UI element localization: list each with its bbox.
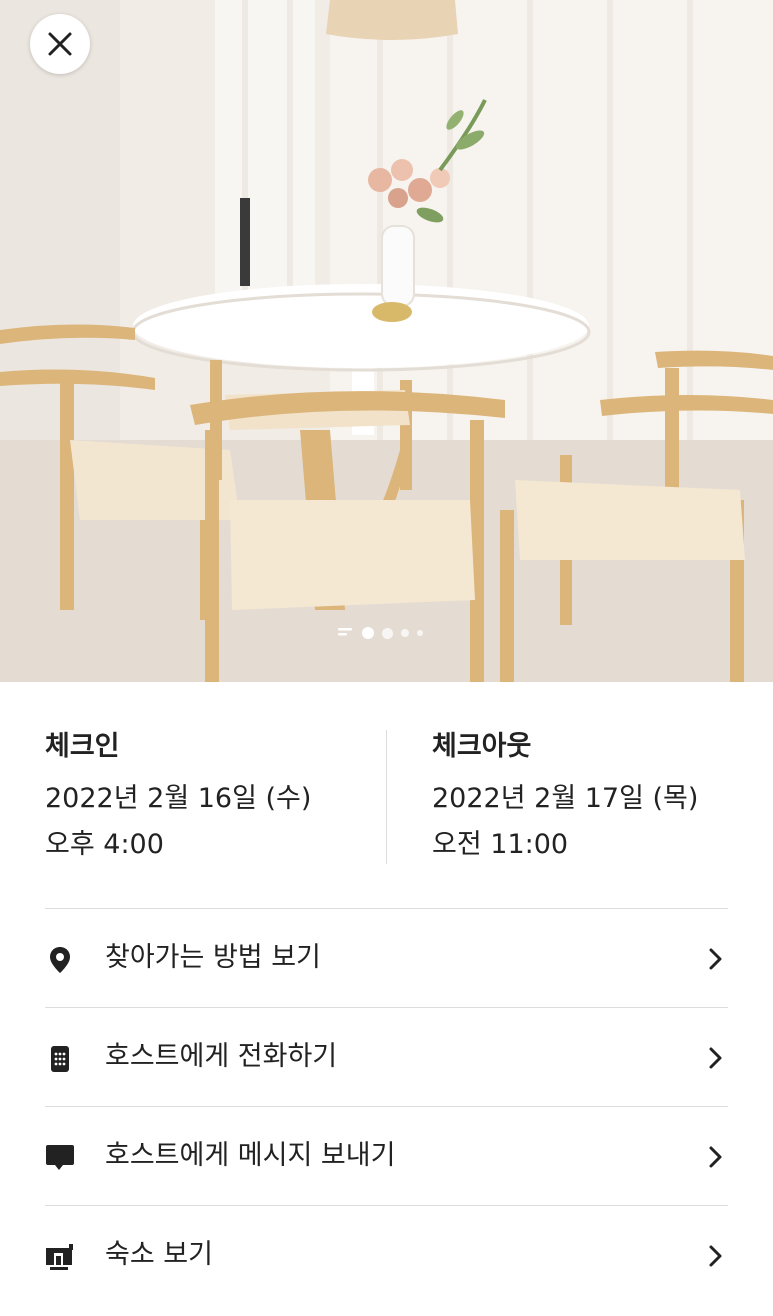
view-listing-row[interactable]: 숙소 보기 — [45, 1205, 728, 1304]
home-icon — [45, 1242, 75, 1272]
close-button[interactable] — [30, 14, 90, 74]
photo-description-icon — [338, 628, 352, 636]
map-pin-icon — [45, 945, 75, 975]
view-listing-label: 숙소 보기 — [105, 1239, 213, 1270]
dining-room-illustration — [0, 0, 773, 682]
photo-pagination-dots — [338, 626, 423, 640]
message-host-row[interactable]: 호스트에게 메시지 보내기 — [45, 1106, 728, 1205]
checkout-time: 오전 11:00 — [432, 829, 569, 860]
close-icon — [48, 32, 72, 56]
checkout-date: 2022년 2월 17일 (목) — [432, 783, 699, 814]
pagination-dot-active[interactable] — [362, 627, 374, 639]
reservation-actions-list: 찾아가는 방법 보기 호스트에게 전화하기 호스트에게 메시지 보내기 숙소 보… — [45, 908, 728, 1304]
checkin-label: 체크인 — [45, 731, 120, 762]
checkin-date: 2022년 2월 16일 (수) — [45, 783, 312, 814]
chevron-right-icon — [709, 948, 722, 970]
directions-label: 찾아가는 방법 보기 — [105, 942, 321, 973]
pagination-dot[interactable] — [401, 629, 409, 637]
checkin-block: 체크인 2022년 2월 16일 (수) 오후 4:00 — [45, 728, 311, 864]
chevron-right-icon — [709, 1047, 722, 1069]
pagination-dot[interactable] — [382, 627, 393, 639]
message-icon — [45, 1143, 75, 1173]
call-host-label: 호스트에게 전화하기 — [105, 1041, 338, 1072]
chevron-right-icon — [709, 1245, 722, 1267]
directions-row[interactable]: 찾아가는 방법 보기 — [45, 908, 728, 1007]
vertical-divider — [386, 730, 387, 864]
call-host-row[interactable]: 호스트에게 전화하기 — [45, 1007, 728, 1106]
chevron-right-icon — [709, 1146, 722, 1168]
listing-photo[interactable] — [0, 0, 773, 682]
message-host-label: 호스트에게 메시지 보내기 — [105, 1140, 396, 1171]
phone-icon — [45, 1044, 75, 1074]
check-in-out-section: 체크인 2022년 2월 16일 (수) 오후 4:00 체크아웃 2022년 … — [0, 728, 773, 864]
checkin-time: 오후 4:00 — [45, 829, 164, 860]
checkout-label: 체크아웃 — [432, 731, 532, 762]
checkout-block: 체크아웃 2022년 2월 17일 (목) 오전 11:00 — [432, 728, 698, 864]
pagination-dot[interactable] — [417, 630, 423, 636]
